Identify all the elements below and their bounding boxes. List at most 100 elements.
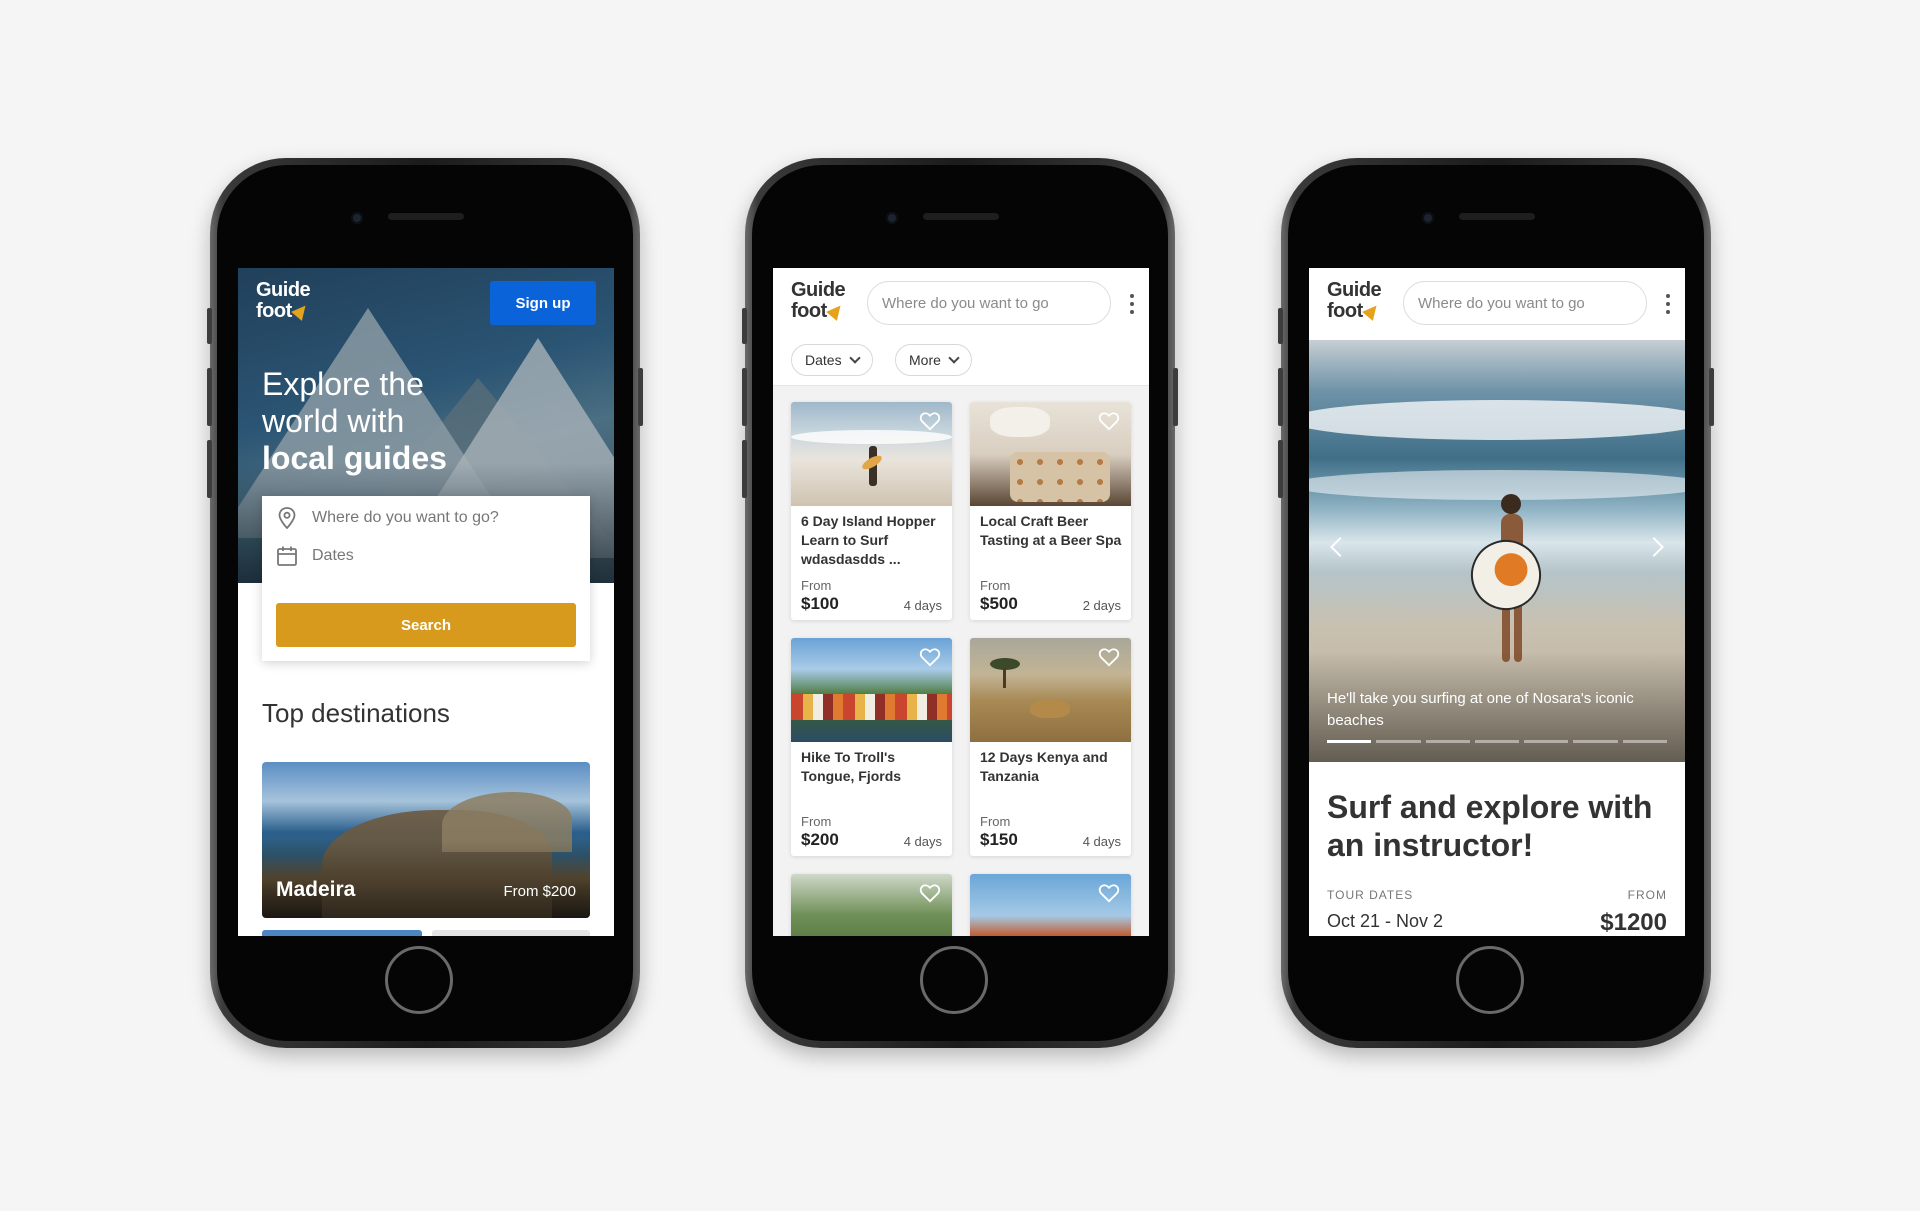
logo-line2: foot [256, 300, 292, 322]
heart-icon[interactable] [919, 411, 941, 436]
logo-line1: Guide [256, 279, 311, 301]
tour-title: Hike To Troll's Tongue, Fjords [801, 749, 902, 784]
carousel-segment[interactable] [1376, 740, 1421, 743]
sign-up-button[interactable]: Sign up [490, 281, 596, 325]
filter-label: More [909, 352, 941, 368]
search-input[interactable]: Where do you want to go [867, 281, 1111, 325]
phone-power-button [1709, 368, 1714, 426]
destination-placeholder: Where do you want to go? [312, 509, 499, 526]
more-options-icon[interactable] [1665, 294, 1671, 314]
app-header: Guide foot Where do you want to go [773, 268, 1149, 340]
tour-card[interactable]: Local Craft Beer Tasting at a Beer Spa F… [970, 402, 1131, 620]
filter-label: Dates [805, 352, 842, 368]
home-button[interactable] [920, 946, 988, 1014]
tour-dates-value: Oct 21 - Nov 2 [1327, 911, 1444, 931]
phone-1: Guide foot Sign up Explore the world wit… [207, 158, 643, 1048]
tour-card[interactable] [970, 874, 1131, 936]
logo-arrow-icon [825, 301, 846, 321]
destination-field[interactable]: Where do you want to go? [276, 502, 499, 534]
earpiece-speaker [388, 213, 464, 220]
top-destinations-heading: Top destinations [262, 698, 450, 728]
screen-home: Guide foot Sign up Explore the world wit… [238, 268, 614, 936]
tour-price: $1200 [1600, 909, 1667, 936]
photo-caption: He'll take you surfing at one of Nosara'… [1327, 690, 1634, 729]
earpiece-speaker [1459, 213, 1535, 220]
filter-bar: Dates More [773, 340, 1149, 386]
tour-duration: 4 days [903, 598, 942, 613]
photo-carousel[interactable]: He'll take you surfing at one of Nosara'… [1309, 340, 1685, 762]
heart-icon[interactable] [919, 647, 941, 672]
phone-2: Guide foot Where do you want to go Dates… [742, 158, 1178, 1048]
heart-icon[interactable] [919, 883, 941, 908]
tour-card[interactable] [791, 874, 952, 936]
carousel-segment[interactable] [1327, 740, 1372, 743]
phone-power-button [638, 368, 643, 426]
next-destination-card[interactable] [262, 930, 422, 936]
front-camera [1422, 212, 1434, 224]
chevron-down-icon [848, 351, 861, 364]
screen-tour-detail: Guide foot Where do you want to go He'll… [1309, 268, 1685, 936]
brand-logo[interactable]: Guide foot [1327, 279, 1382, 322]
from-label: FROM [1627, 888, 1667, 902]
tour-duration: 4 days [1082, 834, 1121, 849]
carousel-image [1309, 400, 1685, 440]
tour-title: Surf and explore with an instructor! [1327, 789, 1653, 863]
phone-volume-up [207, 368, 212, 426]
logo-line1: Guide [1327, 279, 1382, 301]
tour-dates-label: TOUR DATES [1327, 888, 1414, 902]
screen-results: Guide foot Where do you want to go Dates… [773, 268, 1149, 936]
next-slide-icon[interactable] [1644, 537, 1664, 557]
logo-arrow-icon [1361, 301, 1382, 321]
heart-icon[interactable] [1098, 883, 1120, 908]
filter-more-dropdown[interactable]: More [895, 344, 972, 376]
phone-volume-down [207, 440, 212, 498]
search-placeholder: Where do you want to go [1418, 294, 1585, 312]
previous-slide-icon[interactable] [1330, 537, 1350, 557]
tour-card[interactable]: 12 Days Kenya and Tanzania From $150 4 d… [970, 638, 1131, 856]
destination-card[interactable]: Madeira From $200 [262, 762, 590, 918]
carousel-segment[interactable] [1573, 740, 1618, 743]
search-placeholder: Where do you want to go [882, 294, 1049, 312]
more-options-icon[interactable] [1129, 294, 1135, 314]
tour-price: $500 [980, 594, 1018, 613]
heart-icon[interactable] [1098, 411, 1120, 436]
carousel-progress [1327, 740, 1667, 743]
filter-dates-dropdown[interactable]: Dates [791, 344, 873, 376]
tour-card[interactable]: Hike To Troll's Tongue, Fjords From $200… [791, 638, 952, 856]
destination-price: From $200 [503, 883, 576, 900]
phone-volume-down [1278, 440, 1283, 498]
hero-title-line3: local guides [262, 440, 447, 476]
carousel-segment[interactable] [1425, 740, 1470, 743]
home-button[interactable] [1456, 946, 1524, 1014]
phone-volume-down [742, 440, 747, 498]
dates-placeholder: Dates [312, 547, 354, 564]
dates-field[interactable]: Dates [276, 540, 354, 572]
hero-title-line1: Explore the [262, 366, 424, 402]
heart-icon[interactable] [1098, 647, 1120, 672]
tour-from-label: From [980, 814, 1011, 829]
app-header: Guide foot Where do you want to go [1309, 268, 1685, 340]
chevron-down-icon [948, 351, 960, 364]
carousel-segment[interactable] [1474, 740, 1520, 743]
tour-card[interactable]: 6 Day Island Hopper Learn to Surf wdasda… [791, 402, 952, 620]
logo-arrow-icon [290, 301, 311, 321]
phone-side-button [742, 308, 747, 344]
location-pin-icon [276, 507, 298, 529]
destination-name: Madeira [276, 878, 356, 901]
carousel-segment[interactable] [1622, 740, 1667, 743]
search-card: Where do you want to go? Dates Search [262, 496, 590, 661]
brand-logo[interactable]: Guide foot [791, 280, 846, 322]
home-button[interactable] [385, 946, 453, 1014]
front-camera [886, 212, 898, 224]
search-button[interactable]: Search [276, 603, 576, 647]
tour-price: $150 [980, 830, 1018, 849]
search-input[interactable]: Where do you want to go [1403, 281, 1647, 325]
brand-logo[interactable]: Guide foot [256, 279, 311, 322]
phone-side-button [207, 308, 212, 344]
tour-duration: 4 days [903, 834, 942, 849]
tour-title: 12 Days Kenya and Tanzania [980, 749, 1108, 784]
logo-line2: foot [791, 300, 827, 322]
next-destination-card[interactable] [432, 930, 590, 936]
earpiece-speaker [923, 213, 999, 220]
carousel-segment[interactable] [1524, 740, 1569, 743]
